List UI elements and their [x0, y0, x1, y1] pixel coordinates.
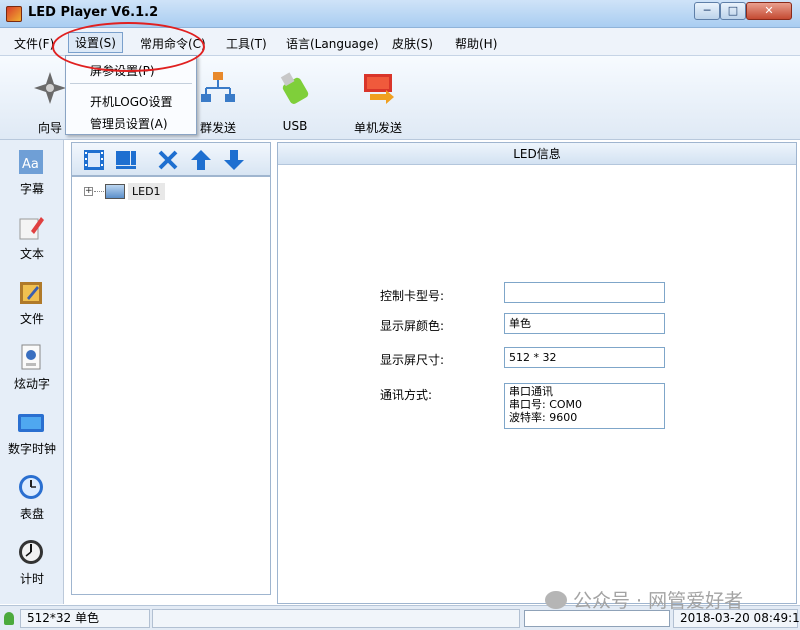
delete-icon[interactable] — [156, 148, 180, 172]
sidebar-item-digital-clock[interactable]: 数字时钟 — [0, 402, 64, 462]
sidebar-item-file[interactable]: 文件 — [0, 272, 64, 332]
menu-bar: 文件(F) 设置(S) 常用命令(C) 工具(T) 语言(Language) 皮… — [0, 28, 800, 56]
info-panel-header: LED信息 — [278, 143, 796, 165]
arrow-down-icon[interactable] — [222, 148, 246, 172]
screen-color-field[interactable]: 单色 — [504, 313, 665, 334]
menu-skin[interactable]: 皮肤(S) — [392, 35, 433, 52]
menu-settings[interactable]: 设置(S) — [68, 32, 123, 53]
menu-separator — [70, 83, 192, 84]
menu-common-commands[interactable]: 常用命令(C) — [140, 35, 206, 52]
monitor-icon — [105, 184, 125, 199]
usb-icon — [280, 72, 309, 104]
screen-color-label: 显示屏颜色: — [380, 319, 445, 333]
animated-text-icon — [21, 344, 41, 370]
subtitle-icon: Aa — [19, 150, 43, 174]
window-title: LED Player V6.1.2 — [28, 5, 159, 20]
text-icon — [19, 217, 44, 240]
tree-node-label[interactable]: LED1 — [128, 183, 165, 200]
svg-text:Aa: Aa — [22, 157, 39, 172]
timer-icon — [19, 540, 43, 564]
arrow-up-icon[interactable] — [189, 148, 213, 172]
controller-model-field[interactable] — [504, 282, 665, 303]
tree-connector — [94, 191, 104, 192]
menu-screen-params[interactable]: 屏参设置(P) — [90, 62, 155, 79]
sidebar-item-subtitle[interactable]: Aa 字幕 — [0, 142, 64, 202]
menu-tools[interactable]: 工具(T) — [226, 35, 267, 52]
film-icon[interactable] — [82, 148, 106, 172]
menu-boot-logo[interactable]: 开机LOGO设置 — [90, 93, 172, 110]
wizard-icon — [34, 72, 66, 104]
menu-language[interactable]: 语言(Language) — [286, 35, 379, 52]
sidebar-item-timer[interactable]: 计时 — [0, 532, 64, 592]
maximize-button[interactable]: □ — [720, 2, 746, 20]
digital-clock-icon — [18, 414, 44, 432]
toolbar-usb-button[interactable]: USB — [260, 56, 330, 138]
tree-expander[interactable]: + — [84, 187, 93, 196]
network-icon — [201, 72, 235, 102]
sidebar-item-animated-text[interactable]: 炫动字 — [0, 337, 64, 397]
file-icon — [20, 282, 42, 304]
tree-toolbar — [71, 142, 271, 176]
screen-tree: + LED1 — [71, 176, 271, 595]
comm-method-label: 通讯方式: — [380, 388, 433, 402]
bulb-icon — [4, 612, 14, 625]
sidebar-item-dial[interactable]: 表盘 — [0, 467, 64, 527]
app-icon — [6, 6, 22, 22]
wechat-icon — [545, 591, 567, 609]
menu-help[interactable]: 帮助(H) — [455, 35, 497, 52]
close-button[interactable]: ✕ — [746, 2, 792, 20]
status-message — [152, 609, 520, 628]
comm-baud-line: 波特率: 9600 — [509, 411, 578, 424]
minimize-button[interactable]: ─ — [694, 2, 720, 20]
dial-clock-icon — [19, 475, 43, 499]
sidebar-item-text[interactable]: 文本 — [0, 207, 64, 267]
comm-type-line: 串口通讯 — [509, 385, 553, 398]
content-sidebar: Aa 字幕 文本 文件 炫动字 数字时钟 表盘 计时 — [0, 140, 64, 604]
title-bar: LED Player V6.1.2 ─ □ ✕ — [0, 0, 800, 28]
comm-method-field[interactable]: 串口通讯 串口号: COM0 波特率: 9600 — [504, 383, 665, 429]
watermark-text: 公众号 · 网管爱好者 — [573, 590, 744, 612]
watermark: 公众号 · 网管爱好者 — [545, 586, 743, 613]
comm-port-line: 串口号: COM0 — [509, 398, 583, 411]
menu-file[interactable]: 文件(F) — [14, 35, 54, 52]
settings-dropdown: 屏参设置(P) 开机LOGO设置 管理员设置(A) — [65, 55, 197, 135]
status-screen-info: 512*32 单色 — [20, 609, 150, 628]
screen-size-label: 显示屏尺寸: — [380, 353, 445, 367]
screen-size-field[interactable]: 512 * 32 — [504, 347, 665, 368]
menu-admin-settings[interactable]: 管理员设置(A) — [90, 115, 168, 132]
toolbar-single-send-button[interactable]: 单机发送 — [343, 56, 413, 138]
controller-model-label: 控制卡型号: — [380, 289, 445, 303]
led-info-panel: LED信息 控制卡型号: 显示屏颜色: 单色 显示屏尺寸: 512 * 32 通… — [277, 142, 797, 604]
layout-icon[interactable] — [114, 148, 138, 172]
send-icon — [364, 74, 394, 104]
